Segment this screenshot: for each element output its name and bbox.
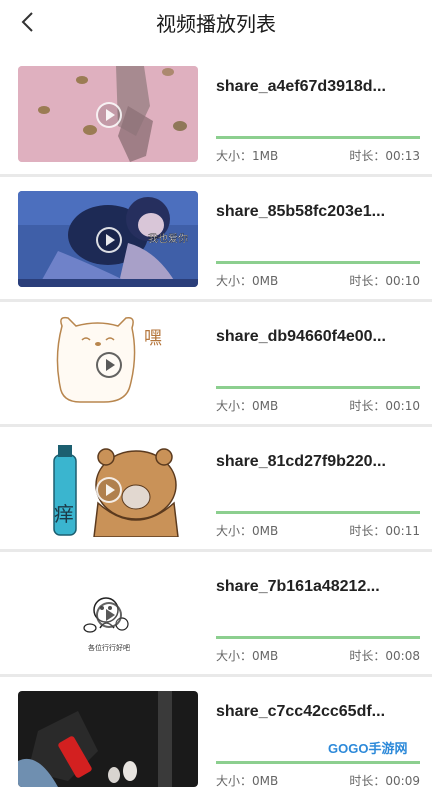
progress-bar — [216, 511, 420, 514]
progress-fill — [216, 261, 420, 264]
video-size: 大小：0MB — [216, 274, 279, 288]
progress-fill — [216, 511, 420, 514]
thumbnail-caption: 痒 — [54, 502, 74, 526]
video-name: share_7b161a48212... — [216, 578, 380, 595]
progress-fill — [216, 386, 420, 389]
progress-fill — [216, 636, 420, 639]
play-icon[interactable] — [96, 102, 122, 128]
video-duration: 时长：00:11 — [349, 524, 420, 538]
video-item-2[interactable]: 我也爱你 share_85b58fc203e1... 大小：0MB 时长：00:… — [0, 177, 432, 299]
video-duration: 时长：00:10 — [349, 399, 420, 413]
video-thumbnail-5[interactable]: 各位行行好吧 — [18, 566, 198, 662]
video-thumbnail-4[interactable]: 痒 — [18, 441, 198, 537]
video-name: share_81cd27f9b220... — [216, 453, 386, 470]
video-item-1[interactable]: share_a4ef67d3918d... 大小：1MB 时长：00:13 — [0, 52, 432, 174]
video-duration: 时长：00:10 — [349, 274, 420, 288]
video-name: share_a4ef67d3918d... — [216, 78, 386, 95]
progress-bar — [216, 761, 420, 764]
video-list[interactable]: share_a4ef67d3918d... 大小：1MB 时长：00:13 我也… — [0, 52, 432, 799]
play-icon[interactable] — [96, 227, 122, 253]
video-thumbnail-6[interactable] — [18, 691, 198, 787]
video-size: 大小：0MB — [216, 774, 279, 788]
video-thumbnail-2[interactable]: 我也爱你 — [18, 191, 198, 287]
video-thumbnail-1[interactable] — [18, 66, 198, 162]
thumbnail-caption: 嘿 — [144, 328, 162, 349]
progress-bar — [216, 136, 420, 139]
watermark-logo: GOGO手游网 — [328, 741, 408, 756]
play-icon[interactable] — [96, 477, 122, 503]
progress-fill — [216, 761, 420, 764]
thumbnail-caption: 各位行行好吧 — [88, 643, 130, 652]
video-size: 大小：0MB — [216, 524, 279, 538]
video-name: share_85b58fc203e1... — [216, 203, 386, 220]
video-name: share_db94660f4e00... — [216, 328, 386, 345]
video-thumbnail-3[interactable]: 嘿 — [18, 316, 198, 412]
progress-bar — [216, 261, 420, 264]
progress-bar — [216, 386, 420, 389]
play-icon[interactable] — [96, 352, 122, 378]
video-size: 大小：0MB — [216, 399, 279, 413]
video-size: 大小：1MB — [216, 149, 279, 163]
video-duration: 时长：00:13 — [349, 149, 420, 163]
video-item-4[interactable]: 痒 share_81cd27f9b220... 大小：0MB 时长：00:11 — [0, 427, 432, 549]
app-header: 视频播放列表 — [0, 0, 432, 44]
video-size: 大小：0MB — [216, 649, 279, 663]
thumbnail-caption: 我也爱你 — [148, 232, 188, 245]
progress-fill — [216, 136, 420, 139]
video-item-5[interactable]: 各位行行好吧 share_7b161a48212... 大小：0MB 时长：00… — [0, 552, 432, 674]
video-item-3[interactable]: 嘿 share_db94660f4e00... 大小：0MB 时长：00:10 — [0, 302, 432, 424]
video-name: share_c7cc42cc65df... — [216, 703, 386, 720]
play-icon[interactable] — [96, 602, 122, 628]
video-duration: 时长：00:08 — [349, 649, 420, 663]
page-title: 视频播放列表 — [156, 12, 276, 36]
progress-bar — [216, 636, 420, 639]
video-duration: 时长：00:09 — [349, 774, 420, 788]
